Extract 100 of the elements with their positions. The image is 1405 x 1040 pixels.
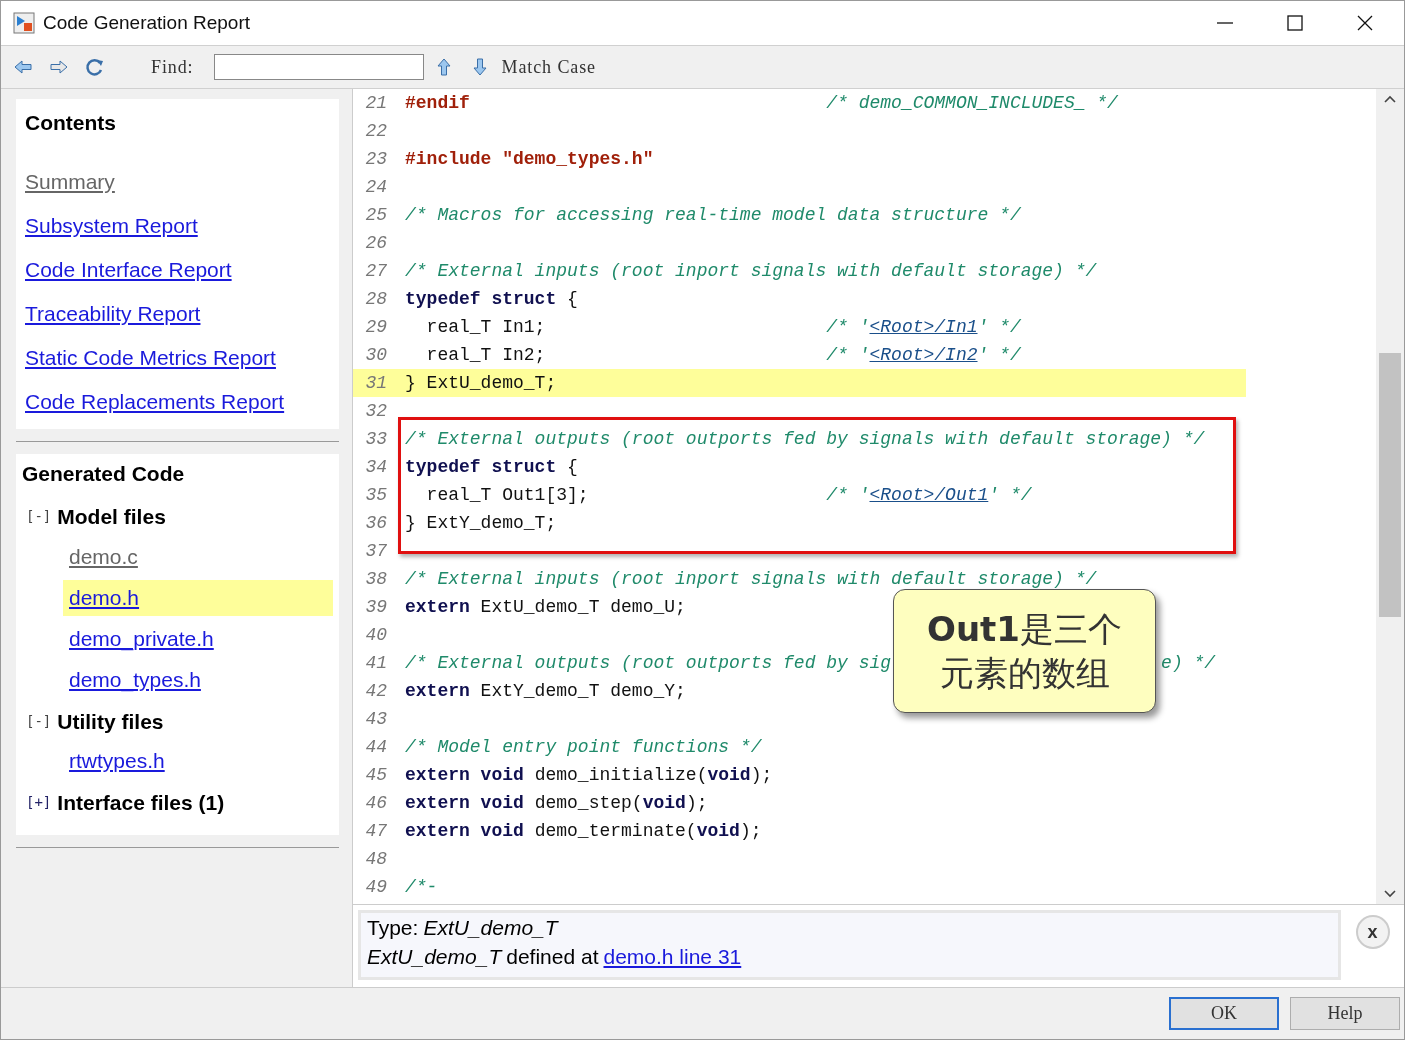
code-token: } ExtY_demo_T; [405, 511, 557, 535]
definition-name: ExtU_demo_T [367, 944, 502, 970]
code-token: ); [750, 763, 773, 787]
line-number: 30 [364, 343, 388, 367]
definition-text: defined at [506, 944, 599, 970]
code-token: demo_step( [533, 791, 643, 815]
report-link[interactable]: Summary [25, 166, 115, 197]
definition-link[interactable]: demo.h line 31 [603, 942, 742, 971]
file-row[interactable]: demo.c [63, 538, 333, 575]
contents-heading: Contents [25, 110, 117, 136]
code-token: { [566, 287, 578, 311]
code-comment: /* ' [826, 343, 870, 367]
line-number: 37 [364, 539, 388, 563]
code-token: extern void [405, 791, 524, 815]
code-comment: /* External inputs (root inport signals with default storage) */ [405, 259, 1097, 283]
code-token: demo_initialize( [533, 763, 708, 787]
report-link[interactable]: Subsystem Report [25, 210, 198, 241]
scroll-down-icon[interactable] [1384, 890, 1396, 898]
code-token: void [696, 819, 740, 843]
line-number: 28 [364, 287, 388, 311]
code-comment: ' */ [988, 483, 1032, 507]
line-number: 25 [364, 203, 388, 227]
scrollbar-thumb[interactable] [1379, 353, 1401, 617]
line-number: 48 [364, 847, 388, 871]
tree-group-label: Model files [57, 504, 166, 530]
line-number: 44 [364, 735, 388, 759]
code-comment: /* ' [826, 315, 870, 339]
code-token: extern void [405, 819, 524, 843]
code-token: real_T Out1[3]; [425, 483, 589, 507]
file-row[interactable]: demo_types.h [63, 661, 333, 698]
file-row[interactable]: demo.h [63, 579, 333, 616]
find-field[interactable] [213, 54, 424, 80]
match-case-toggle[interactable]: Match Case [501, 53, 596, 81]
code-token: ); [685, 791, 708, 815]
code-token: demo_terminate( [533, 819, 697, 843]
line-number: 22 [364, 119, 388, 143]
code-token: void [707, 763, 751, 787]
code-token: typedef struct [405, 455, 557, 479]
callout-text: Out1是三个 [927, 608, 1122, 651]
line-number: 39 [364, 595, 388, 619]
code-token: typedef struct [405, 287, 557, 311]
file-row[interactable]: demo_private.h [63, 620, 333, 657]
callout-text: 元素的数组 [939, 652, 1110, 695]
code-link[interactable]: <Root>/In2 [869, 341, 978, 369]
tree-toggle[interactable]: [+] [26, 792, 52, 814]
report-link[interactable]: Static Code Metrics Report [25, 342, 276, 373]
line-number: 45 [364, 763, 388, 787]
close-icon[interactable] [1356, 14, 1374, 32]
tree-toggle[interactable]: [-] [26, 710, 52, 732]
line-number: 34 [364, 455, 388, 479]
line-number: 24 [364, 175, 388, 199]
file-link[interactable]: demo.c [69, 540, 138, 573]
code-comment: /* External outputs (root outports fed by sig [405, 651, 892, 675]
code-link[interactable]: <Root>/Out1 [869, 481, 989, 509]
line-number: 32 [364, 399, 388, 423]
app-icon [13, 12, 35, 34]
line-number: 23 [364, 147, 388, 171]
line-number: 46 [364, 791, 388, 815]
dialog-button[interactable]: OK [1169, 997, 1279, 1030]
maximize-icon[interactable] [1286, 14, 1304, 32]
tree-group-label: Utility files [57, 708, 164, 735]
close-info-button[interactable]: x [1355, 915, 1390, 949]
file-link[interactable]: demo_private.h [69, 622, 214, 655]
line-number: 38 [364, 567, 388, 591]
line-number: 36 [364, 511, 388, 535]
code-comment: /* Model entry point functions */ [405, 735, 762, 759]
code-token: extern [405, 595, 470, 619]
scroll-up-icon[interactable] [1384, 95, 1396, 103]
line-number: 35 [364, 483, 388, 507]
report-link[interactable]: Code Replacements Report [25, 386, 285, 417]
file-link[interactable]: demo_types.h [69, 663, 201, 696]
code-token: extern void [405, 763, 524, 787]
code-comment: ' */ [977, 343, 1021, 367]
report-link[interactable]: Traceability Report [25, 298, 201, 329]
code-token: ); [739, 819, 762, 843]
line-number: 49 [364, 875, 388, 899]
find-label: Find: [151, 55, 194, 79]
generated-code-heading: Generated Code [22, 460, 186, 487]
forward-arrow-icon[interactable] [49, 58, 69, 76]
tree-toggle[interactable]: [-] [26, 506, 52, 528]
type-label: Type: [367, 915, 419, 941]
code-token: #endif [405, 91, 470, 115]
report-link[interactable]: Code Interface Report [25, 254, 232, 285]
file-row[interactable]: rtwtypes.h [63, 743, 333, 779]
scrollbar[interactable] [1376, 89, 1404, 904]
code-comment: /* demo_COMMON_INCLUDES_ */ [826, 91, 1118, 115]
tree-group-label: Interface files (1) [57, 790, 225, 816]
window-title: Code Generation Report [43, 10, 250, 35]
dialog-button[interactable]: Help [1290, 997, 1400, 1030]
code-token: #include "demo_types.h" [405, 147, 654, 171]
code-token: ExtU_demo_T demo_U; [479, 595, 686, 619]
line-number: 21 [364, 91, 388, 115]
refresh-icon[interactable] [85, 57, 105, 77]
line-number: 33 [364, 427, 388, 451]
file-link[interactable]: rtwtypes.h [69, 745, 165, 777]
code-comment: /* External outputs (root outports fed by signals with default storage) */ [405, 427, 1205, 451]
file-link[interactable]: demo.h [69, 581, 140, 614]
back-arrow-icon[interactable] [13, 58, 33, 76]
line-number: 42 [364, 679, 388, 703]
code-link[interactable]: <Root>/In1 [869, 313, 978, 341]
